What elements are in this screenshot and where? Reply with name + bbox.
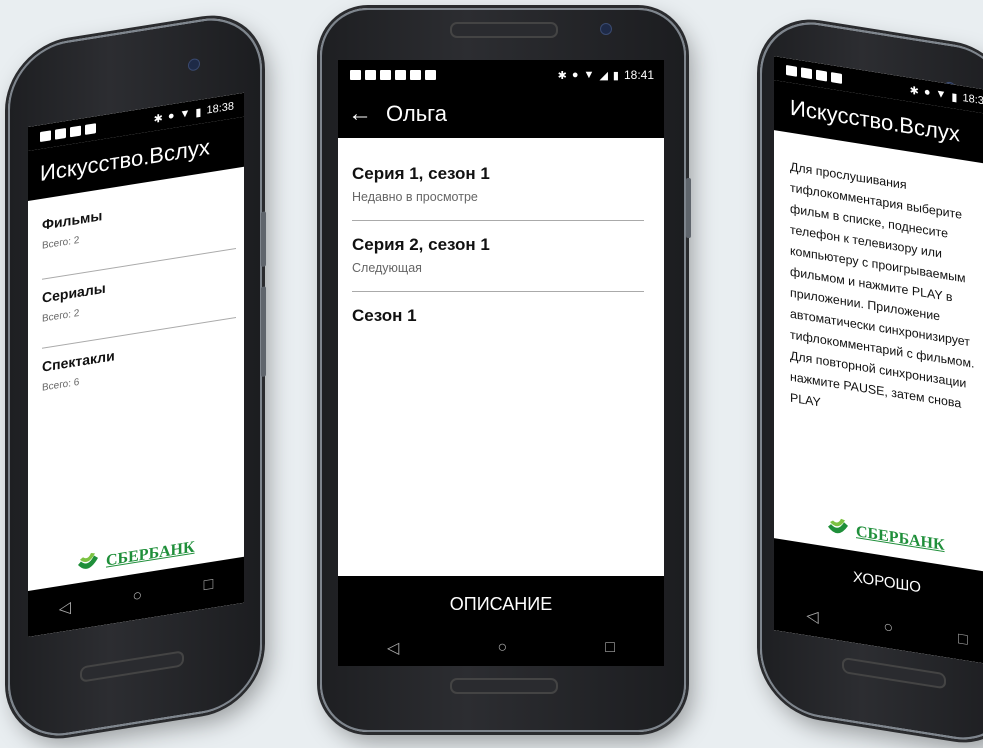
bottom-speaker bbox=[842, 656, 946, 690]
center-screen: ✱ ● ▼ ◢ ▮ 18:41 ← Ольга Серия 1, сезон 1 Неда… bbox=[338, 60, 664, 666]
mail-icon bbox=[55, 127, 66, 140]
list-item-subtitle: Следующая bbox=[352, 261, 422, 275]
back-nav-icon[interactable]: ◁ bbox=[387, 638, 399, 658]
dnd-icon: ● bbox=[167, 109, 175, 123]
mail-icon bbox=[395, 70, 406, 80]
bottom-speaker bbox=[80, 650, 184, 683]
bluetooth-icon: ✱ bbox=[909, 84, 919, 98]
sberbank-leaf-icon bbox=[78, 552, 98, 569]
list-item-title: Серия 2, сезон 1 bbox=[352, 235, 490, 254]
calendar-icon bbox=[365, 70, 376, 80]
left-phone: ✱ ● ▼ ▮ 18:38 Искусство.Вслух Фильмы Всего: … bbox=[8, 9, 266, 745]
description-text: Для прослушивания тифлокомментария выбер… bbox=[790, 159, 975, 411]
back-arrow-icon[interactable]: ← bbox=[338, 100, 382, 128]
calendar-icon bbox=[786, 65, 797, 77]
back-nav-icon[interactable]: ◁ bbox=[806, 605, 818, 627]
list-item-title: Серия 1, сезон 1 bbox=[352, 164, 490, 183]
home-nav-icon[interactable]: ○ bbox=[132, 587, 142, 607]
recent-nav-icon[interactable]: □ bbox=[958, 630, 968, 650]
divider bbox=[352, 291, 644, 292]
divider bbox=[352, 220, 644, 221]
home-nav-icon[interactable]: ○ bbox=[497, 639, 507, 657]
left-screen: ✱ ● ▼ ▮ 18:38 Искусство.Вслух Фильмы Всего: … bbox=[28, 92, 244, 637]
notification-icon bbox=[40, 130, 51, 143]
recent-nav-icon[interactable]: □ bbox=[204, 576, 214, 596]
dnd-icon: ● bbox=[923, 85, 931, 99]
volume-button bbox=[261, 211, 266, 268]
sberbank-leaf-icon bbox=[828, 518, 848, 534]
bottom-bar: ОПИСАНИЕ ◁ ○ □ bbox=[338, 576, 664, 666]
mail-icon bbox=[801, 67, 812, 80]
camera bbox=[188, 57, 200, 72]
wifi-icon: ▼ bbox=[583, 69, 595, 81]
headphones-icon bbox=[380, 70, 391, 80]
status-bar: ✱ ● ▼ ◢ ▮ 18:41 bbox=[338, 60, 664, 90]
signal-icon: ◢ bbox=[599, 69, 608, 82]
right-phone: ✱ ● ▼ ▮ 18:38 Искусство.Вслух Для прослушива… bbox=[760, 13, 983, 748]
car-icon bbox=[425, 70, 436, 80]
bottom-speaker bbox=[450, 678, 558, 694]
bluetooth-icon: ✱ bbox=[153, 112, 163, 126]
image-icon bbox=[85, 123, 96, 135]
bottom-bar: ХОРОШО ◁ ○ □ bbox=[774, 538, 983, 666]
wifi-icon: ▼ bbox=[179, 107, 191, 121]
list-item[interactable]: Сезон 1 bbox=[338, 306, 664, 336]
status-time: 18:38 bbox=[206, 100, 234, 117]
status-time: 18:38 bbox=[962, 91, 983, 109]
list-item[interactable]: Серия 1, сезон 1 Недавно в просмотре bbox=[338, 164, 664, 208]
list-item[interactable]: Серия 2, сезон 1 Следующая bbox=[338, 235, 664, 279]
right-screen: ✱ ● ▼ ▮ 18:38 Искусство.Вслух Для прослушива… bbox=[774, 56, 983, 666]
image-icon bbox=[410, 70, 421, 80]
dnd-icon: ● bbox=[571, 69, 579, 81]
status-time: 18:41 bbox=[623, 68, 654, 82]
battery-icon: ▮ bbox=[195, 105, 202, 119]
mail-icon bbox=[350, 70, 361, 80]
battery-icon: ▮ bbox=[612, 69, 619, 82]
list-item-subtitle: Недавно в просмотре bbox=[352, 190, 478, 204]
list-item-title: Сезон 1 bbox=[352, 306, 417, 325]
back-nav-icon[interactable]: ◁ bbox=[59, 597, 71, 619]
top-speaker bbox=[450, 22, 558, 38]
home-nav-icon[interactable]: ○ bbox=[883, 618, 893, 638]
logo-text: СБЕРБАНК bbox=[856, 523, 945, 555]
nav-bar: ◁ ○ □ bbox=[338, 630, 664, 666]
power-button bbox=[686, 178, 691, 238]
app-bar: ← Ольга bbox=[338, 90, 664, 138]
wifi-icon: ▼ bbox=[935, 87, 947, 102]
power-button bbox=[261, 286, 266, 378]
bluetooth-icon: ✱ bbox=[557, 69, 567, 82]
car-icon bbox=[831, 72, 842, 84]
mail-icon bbox=[70, 125, 81, 138]
recent-nav-icon[interactable]: □ bbox=[605, 639, 615, 657]
mail-icon bbox=[816, 69, 827, 82]
nav-bar: ◁ ○ □ bbox=[28, 556, 244, 637]
description-button[interactable]: ОПИСАНИЕ bbox=[338, 576, 664, 630]
page-title: Ольга bbox=[386, 101, 447, 126]
center-phone: ✱ ● ▼ ◢ ▮ 18:41 ← Ольга Серия 1, сезон 1 Неда… bbox=[320, 8, 691, 732]
battery-icon: ▮ bbox=[951, 90, 958, 104]
camera bbox=[600, 23, 612, 35]
